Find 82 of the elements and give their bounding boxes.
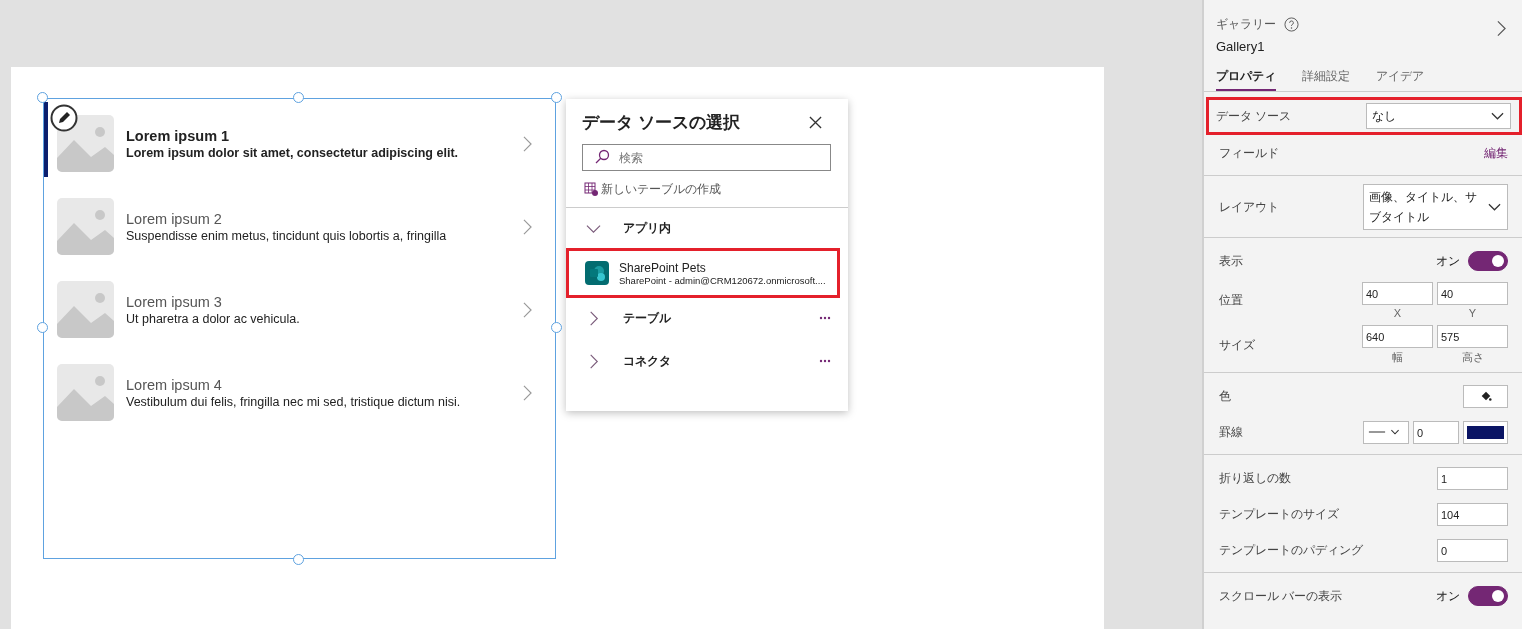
new-table-link[interactable]: 新しいテーブルの作成: [601, 180, 721, 198]
search-field[interactable]: 検索: [582, 144, 831, 171]
toggle-state: オン: [1436, 252, 1460, 270]
table-add-icon[interactable]: [584, 182, 598, 196]
property-label: スクロール バーの表示: [1219, 587, 1343, 605]
pencil-icon[interactable]: [50, 104, 78, 132]
input-caption: 幅: [1392, 350, 1403, 365]
color-picker-button[interactable]: [1463, 420, 1508, 444]
sharepoint-icon: [585, 261, 609, 285]
number-input[interactable]: 1: [1437, 466, 1508, 490]
image-placeholder-icon: [57, 115, 114, 172]
input-caption: X: [1393, 307, 1402, 319]
chevron-down-icon: [1488, 203, 1501, 211]
item-subtitle: Lorem ipsum dolor sit amet, consectetur adipiscing elit.: [126, 145, 459, 160]
border-style-dropdown[interactable]: [1363, 420, 1409, 444]
input-caption: Y: [1468, 307, 1477, 319]
input-caption: 高さ: [1461, 350, 1484, 365]
item-title: Lorem ipsum 1: [126, 127, 231, 144]
image-placeholder-icon: [57, 281, 114, 338]
property-label: 折り返しの数: [1219, 469, 1291, 487]
data-source-item[interactable]: SharePoint Pets SharePoint - admin@CRM120672.onmicrosoft....: [566, 248, 840, 298]
resize-handle[interactable]: [551, 322, 562, 333]
item-subtitle: Ut pharetra a dolor ac vehicula.: [126, 311, 301, 326]
item-title: Lorem ipsum 4: [126, 376, 223, 393]
group-label[interactable]: コネクタ: [623, 352, 819, 370]
group-label[interactable]: アプリ内: [623, 219, 831, 237]
chevron-right-icon[interactable]: [523, 218, 532, 235]
chevron-right-icon[interactable]: [523, 135, 532, 152]
toggle-switch[interactable]: [1468, 251, 1508, 271]
item-subtitle: Suspendisse enim metus, tincidunt quis lobortis a, fringilla: [126, 228, 448, 243]
edit-link[interactable]: 編集: [1484, 144, 1508, 162]
item-title: Lorem ipsum 3: [126, 293, 223, 310]
flyout-title: データ ソースの選択: [582, 111, 740, 134]
dropdown[interactable]: なし: [1366, 103, 1511, 129]
property-label: 表示: [1219, 252, 1243, 270]
resize-handle[interactable]: [293, 554, 304, 565]
number-input[interactable]: 575: [1437, 325, 1508, 348]
property-label: テンプレートのパディング: [1219, 541, 1363, 559]
number-input[interactable]: 40: [1437, 282, 1508, 305]
source-name: SharePoint Pets: [619, 260, 707, 275]
number-input[interactable]: 40: [1362, 282, 1433, 305]
search-icon: [594, 149, 610, 165]
source-detail: SharePoint - admin@CRM120672.onmicrosoft....: [619, 274, 826, 286]
chevron-right-icon[interactable]: [523, 384, 532, 401]
property-label: 位置: [1219, 292, 1243, 309]
chevron-right-icon[interactable]: [1497, 20, 1506, 37]
color-picker-button[interactable]: [1463, 384, 1508, 408]
toggle-switch[interactable]: [1468, 586, 1508, 606]
item-subtitle: Vestibulum dui felis, fringilla nec mi sed, tristique dictum nisi.: [126, 394, 462, 409]
property-label: テンプレートのサイズ: [1219, 505, 1339, 523]
help-icon[interactable]: [1284, 17, 1299, 32]
control-name: Gallery1: [1216, 39, 1266, 54]
number-input[interactable]: 0: [1437, 538, 1508, 562]
chevron-down-icon: [1491, 112, 1504, 120]
property-label: データ ソース: [1216, 107, 1292, 125]
panel-tab[interactable]: 詳細設定: [1302, 68, 1350, 91]
resize-handle[interactable]: [37, 92, 48, 103]
number-input[interactable]: 640: [1362, 325, 1433, 348]
number-input[interactable]: 104: [1437, 502, 1508, 526]
panel-tab[interactable]: アイデア: [1376, 68, 1424, 91]
resize-handle[interactable]: [37, 322, 48, 333]
resize-handle[interactable]: [551, 92, 562, 103]
property-label: フィールド: [1219, 144, 1279, 162]
property-label: サイズ: [1219, 336, 1255, 354]
property-label: レイアウト: [1219, 198, 1279, 216]
property-label: 色: [1219, 387, 1231, 405]
number-input[interactable]: 0: [1413, 420, 1459, 444]
chevron-right-icon[interactable]: [523, 301, 532, 318]
image-placeholder-icon: [57, 198, 114, 255]
control-type-label: ギャラリー: [1216, 16, 1276, 33]
image-placeholder-icon: [57, 364, 114, 421]
panel-tab[interactable]: プロパティ: [1216, 68, 1276, 91]
more-icon[interactable]: [819, 316, 831, 320]
dropdown[interactable]: 画像、タイトル、サブタイトル: [1363, 184, 1508, 230]
more-icon[interactable]: [819, 359, 831, 363]
close-icon[interactable]: [809, 115, 822, 129]
group-label[interactable]: テーブル: [623, 309, 819, 327]
paint-bucket-icon: [1479, 390, 1492, 402]
property-label: 罫線: [1219, 423, 1243, 441]
item-title: Lorem ipsum 2: [126, 210, 223, 227]
toggle-state: オン: [1436, 587, 1460, 605]
resize-handle[interactable]: [293, 92, 304, 103]
